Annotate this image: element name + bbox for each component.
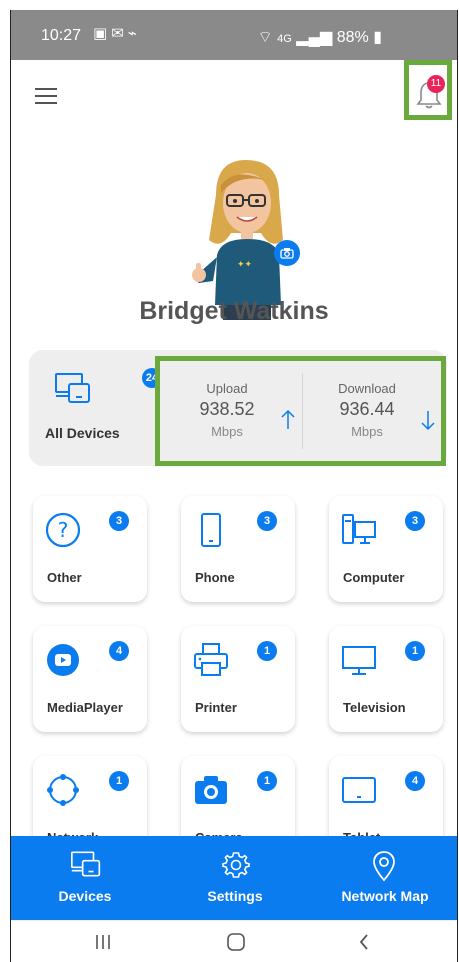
category-tile-mediaplayer[interactable]: 4 MediaPlayer (33, 626, 147, 732)
category-label: Other (47, 570, 82, 585)
camera-icon (195, 776, 227, 804)
network-type: 4G (277, 33, 292, 45)
upload-unit: Mbps (211, 424, 243, 439)
category-tile-phone[interactable]: 3 Phone (181, 496, 295, 602)
question-icon: ? (45, 512, 81, 548)
status-bar: 10:27 ▣✉⌁ ⌔ 4G ▂▄▆ 88% ▮ (11, 10, 457, 60)
profile-name: Bridget Watkins (139, 297, 329, 325)
change-photo-button[interactable] (274, 240, 300, 266)
signal-icon: ▂▄▆ (296, 29, 333, 46)
upload-label: Upload (206, 381, 248, 396)
phone-icon (201, 513, 221, 547)
download-label: Download (338, 381, 396, 396)
speed-divider (302, 373, 303, 449)
speed-panel: Upload 938.52 Mbps Download 936.44 Mbps (155, 356, 446, 466)
wifi-icon: ⌔ (257, 29, 273, 46)
tablet-icon (342, 777, 376, 803)
all-devices-label: All Devices (45, 425, 120, 441)
gear-icon (222, 852, 250, 878)
category-tile-television[interactable]: 1 Television (329, 626, 443, 732)
category-count-badge: 4 (405, 771, 425, 791)
status-right: ⌔ 4G ▂▄▆ 88% ▮ (258, 27, 382, 47)
category-count-badge: 1 (257, 771, 277, 791)
category-count-badge: 1 (257, 641, 277, 661)
recent-apps-icon[interactable] (93, 933, 113, 951)
category-label: MediaPlayer (47, 700, 123, 715)
menu-icon[interactable] (35, 88, 57, 106)
image-icon: ▣ (93, 25, 112, 42)
nav-settings[interactable]: Settings (161, 836, 309, 920)
network-icon (47, 774, 79, 806)
battery-icon: ▮ (373, 29, 382, 46)
system-nav-bar (11, 920, 457, 962)
download-unit: Mbps (351, 424, 383, 439)
nav-settings-label: Settings (207, 888, 263, 904)
back-icon[interactable] (356, 932, 372, 952)
arrow-down-icon (421, 411, 435, 431)
category-tile-computer[interactable]: 3 Computer (329, 496, 443, 602)
bottom-nav: Devices Settings Network Map (11, 836, 457, 920)
message-icon: ✉ (111, 25, 128, 42)
status-notification-icons: ▣✉⌁ (93, 24, 141, 42)
avatar[interactable]: ✦✦ (191, 155, 301, 320)
devices-icon (55, 373, 90, 403)
nav-network-map[interactable]: Network Map (311, 836, 457, 920)
television-icon (342, 646, 376, 675)
download-value: 936.44 (339, 399, 395, 419)
category-count-badge: 4 (109, 641, 129, 661)
category-count-badge: 1 (405, 641, 425, 661)
arrow-up-icon (281, 409, 295, 429)
all-devices-button[interactable]: 24 All Devices (45, 368, 162, 458)
app-screen: 11 ✦✦ Bridget Watkins 24 All Devices Upl… (11, 60, 457, 862)
phone-frame: 10:27 ▣✉⌁ ⌔ 4G ▂▄▆ 88% ▮ 11 ✦✦ Bridget W… (10, 10, 458, 962)
category-count-badge: 3 (257, 511, 277, 531)
nav-network-map-label: Network Map (341, 888, 429, 904)
category-count-badge: 3 (109, 511, 129, 531)
category-label: Television (343, 700, 406, 715)
battery-level: 88% (336, 29, 369, 46)
notification-count-badge: 11 (427, 75, 445, 93)
category-label: Printer (195, 700, 237, 715)
upload-value: 938.52 (199, 399, 255, 419)
category-count-badge: 3 (405, 511, 425, 531)
category-tile-printer[interactable]: 1 Printer (181, 626, 295, 732)
svg-text:✦✦: ✦✦ (237, 260, 253, 270)
category-count-badge: 1 (109, 771, 129, 791)
map-pin-icon (373, 851, 395, 882)
notifications-button[interactable]: 11 (404, 60, 452, 120)
play-icon (47, 644, 79, 676)
svg-text:?: ? (58, 518, 69, 542)
home-icon[interactable] (225, 932, 247, 952)
printer-icon (194, 643, 228, 676)
nav-devices-label: Devices (58, 888, 112, 904)
category-tile-other[interactable]: ? 3 Other (33, 496, 147, 602)
camera-icon (280, 248, 294, 259)
computer-icon (342, 514, 376, 544)
upload-stat: Upload 938.52 Mbps (172, 361, 312, 461)
devices-icon (71, 851, 101, 877)
vpn-icon: ⌁ (127, 25, 141, 42)
status-time: 10:27 (41, 27, 82, 44)
category-label: Phone (195, 570, 235, 585)
nav-devices[interactable]: Devices (11, 836, 159, 920)
download-stat: Download 936.44 Mbps (312, 361, 452, 461)
category-label: Computer (343, 570, 405, 585)
